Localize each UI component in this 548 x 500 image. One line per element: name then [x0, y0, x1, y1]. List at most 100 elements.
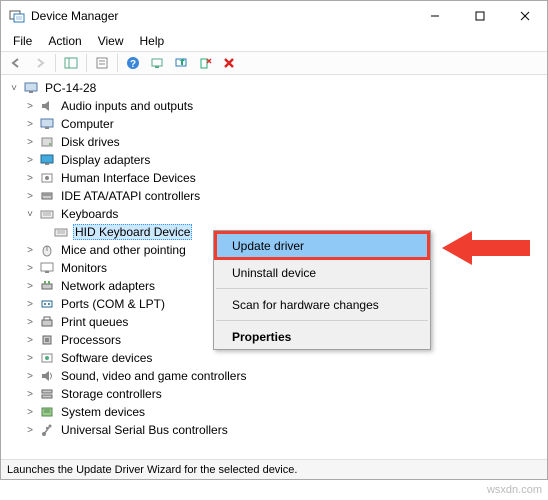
software-icon [39, 350, 55, 366]
expand-icon[interactable]: > [23, 171, 37, 185]
context-properties[interactable]: Properties [214, 324, 430, 349]
menubar: File Action View Help [1, 31, 547, 51]
statusbar-text: Launches the Update Driver Wizard for th… [7, 464, 297, 476]
context-scan-hardware-label: Scan for hardware changes [232, 298, 379, 312]
expand-icon[interactable]: > [23, 189, 37, 203]
display-icon [39, 152, 55, 168]
titlebar: Device Manager [1, 1, 547, 31]
expand-icon[interactable]: > [23, 315, 37, 329]
window-title: Device Manager [31, 9, 412, 23]
expand-icon[interactable]: > [23, 387, 37, 401]
tree-category-label: System devices [59, 404, 147, 420]
context-update-driver-label: Update driver [232, 239, 304, 253]
speaker-icon [39, 98, 55, 114]
expand-icon[interactable]: > [23, 369, 37, 383]
sound-icon [39, 368, 55, 384]
expand-icon[interactable]: > [23, 261, 37, 275]
expand-icon[interactable]: > [23, 279, 37, 293]
tree-device-label: HID Keyboard Device [73, 224, 192, 240]
toolbar-separator [55, 54, 56, 72]
expand-icon[interactable]: > [23, 153, 37, 167]
minimize-button[interactable] [412, 1, 457, 31]
context-properties-label: Properties [232, 330, 291, 344]
expand-icon[interactable]: > [23, 423, 37, 437]
close-button[interactable] [502, 1, 547, 31]
collapse-icon[interactable]: ˅ [23, 207, 37, 221]
menu-help[interactable]: Help [132, 32, 173, 50]
tree-category-label: Network adapters [59, 278, 157, 294]
menu-file[interactable]: File [5, 32, 40, 50]
context-uninstall-device[interactable]: Uninstall device [214, 260, 430, 285]
menu-view[interactable]: View [90, 32, 132, 50]
disable-button[interactable] [218, 53, 240, 73]
computer-icon [39, 116, 55, 132]
back-button[interactable] [5, 53, 27, 73]
statusbar: Launches the Update Driver Wizard for th… [1, 459, 547, 479]
tree-category[interactable]: > Sound, video and game controllers [5, 367, 547, 385]
context-menu-separator [216, 288, 428, 289]
expand-icon[interactable]: > [23, 117, 37, 131]
usb-icon [39, 422, 55, 438]
cpu-icon [39, 332, 55, 348]
context-menu: Update driver Uninstall device Scan for … [213, 230, 431, 350]
tree-category[interactable]: > System devices [5, 403, 547, 421]
storage-icon [39, 386, 55, 402]
expand-icon[interactable]: > [23, 243, 37, 257]
context-uninstall-device-label: Uninstall device [232, 266, 316, 280]
tree-category[interactable]: > Display adapters [5, 151, 547, 169]
svg-text:?: ? [130, 59, 136, 70]
monitor-icon [39, 260, 55, 276]
port-icon [39, 296, 55, 312]
help-button[interactable]: ? [122, 53, 144, 73]
app-icon [9, 8, 25, 24]
update-driver-button[interactable] [170, 53, 192, 73]
context-menu-separator [216, 320, 428, 321]
show-hide-console-tree-button[interactable] [60, 53, 82, 73]
tree-category-label: Universal Serial Bus controllers [59, 422, 230, 438]
expand-icon[interactable]: > [23, 135, 37, 149]
maximize-button[interactable] [457, 1, 502, 31]
network-icon [39, 278, 55, 294]
expand-icon[interactable]: > [23, 405, 37, 419]
expand-icon[interactable]: > [23, 297, 37, 311]
expand-icon[interactable]: > [23, 333, 37, 347]
tree-category-label: Monitors [59, 260, 109, 276]
tree-root-label: PC-14-28 [43, 80, 98, 96]
tree-category[interactable]: > Universal Serial Bus controllers [5, 421, 547, 439]
tree-category[interactable]: >Human Interface Devices [5, 169, 547, 187]
tree-category-label: Sound, video and game controllers [59, 368, 248, 384]
menu-action[interactable]: Action [40, 32, 89, 50]
tree-category-label: Disk drives [59, 134, 122, 150]
tree-category-label: Print queues [59, 314, 130, 330]
tree-category-label: Display adapters [59, 152, 152, 168]
tree-category[interactable]: > IDE ATA/ATAPI controllers [5, 187, 547, 205]
watermark: wsxdn.com [487, 484, 542, 496]
mouse-icon [39, 242, 55, 258]
uninstall-button[interactable] [194, 53, 216, 73]
printer-icon [39, 314, 55, 330]
expand-icon[interactable]: > [23, 351, 37, 365]
hid-icon [39, 170, 55, 186]
tree-category[interactable]: > Disk drives [5, 133, 547, 151]
tree-category-label: IDE ATA/ATAPI controllers [59, 188, 202, 204]
tree-category[interactable]: > Storage controllers [5, 385, 547, 403]
tree-category[interactable]: >Computer [5, 115, 547, 133]
tree-category[interactable]: > Audio inputs and outputs [5, 97, 547, 115]
forward-button[interactable] [29, 53, 51, 73]
tree-category-label: Mice and other pointing [59, 242, 188, 258]
tree-root[interactable]: ˅ PC-14-28 [5, 79, 547, 97]
scan-hardware-button[interactable] [146, 53, 168, 73]
callout-arrow-icon [442, 228, 532, 268]
properties-button[interactable] [91, 53, 113, 73]
tree-category[interactable]: > Software devices [5, 349, 547, 367]
tree-category-label: Software devices [59, 350, 154, 366]
context-update-driver[interactable]: Update driver [214, 231, 430, 260]
tree-category-label: Audio inputs and outputs [59, 98, 195, 114]
expand-icon[interactable]: > [23, 99, 37, 113]
tree-category[interactable]: ˅Keyboards [5, 205, 547, 223]
keyboard-icon [53, 224, 69, 240]
context-scan-hardware[interactable]: Scan for hardware changes [214, 292, 430, 317]
tree-category-label: Storage controllers [59, 386, 164, 402]
system-icon [39, 404, 55, 420]
collapse-icon[interactable]: ˅ [7, 81, 21, 95]
